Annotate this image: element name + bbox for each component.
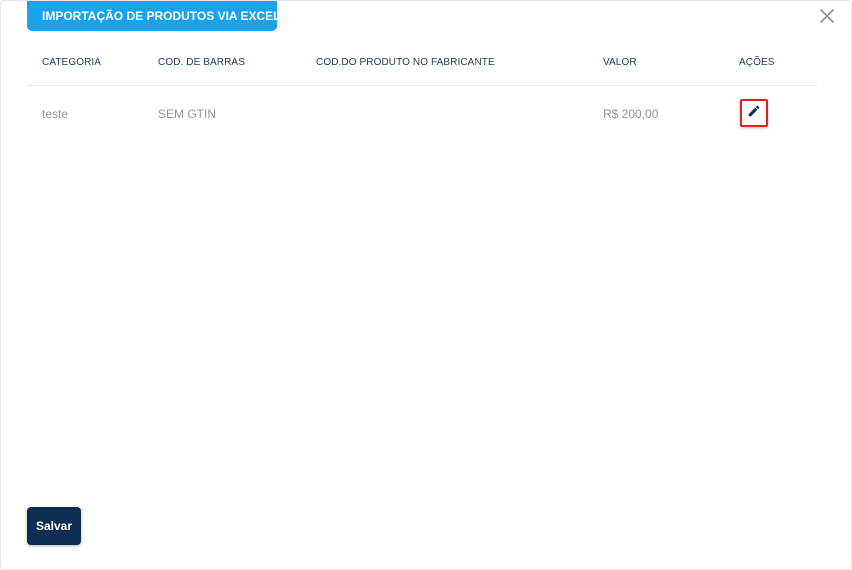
header-valor: VALOR [603, 57, 637, 68]
cell-categoria: teste [42, 107, 69, 121]
pencil-edit-icon [747, 104, 761, 123]
header-cod-fabricante: COD.DO PRODUTO NO FABRICANTE [316, 57, 495, 68]
close-icon [817, 6, 837, 26]
modal-title: IMPORTAÇÃO DE PRODUTOS VIA EXCEL [27, 1, 277, 31]
close-button[interactable] [817, 6, 837, 26]
table-row: teste SEM GTIN R$ 200,00 [27, 86, 817, 142]
table-header: CATEGORIA COD. DE BARRAS COD.DO PRODUTO … [27, 41, 817, 86]
edit-row-button[interactable] [740, 99, 768, 127]
header-cod-barras: COD. DE BARRAS [158, 57, 245, 68]
products-table: CATEGORIA COD. DE BARRAS COD.DO PRODUTO … [27, 41, 817, 142]
save-button[interactable]: Salvar [27, 507, 81, 545]
cell-cod-barras: SEM GTIN [158, 107, 217, 121]
header-acoes: AÇÕES [739, 57, 775, 68]
header-categoria: CATEGORIA [42, 57, 102, 68]
cell-valor: R$ 200,00 [603, 107, 659, 121]
import-products-modal: IMPORTAÇÃO DE PRODUTOS VIA EXCEL CATEGOR… [0, 0, 852, 570]
